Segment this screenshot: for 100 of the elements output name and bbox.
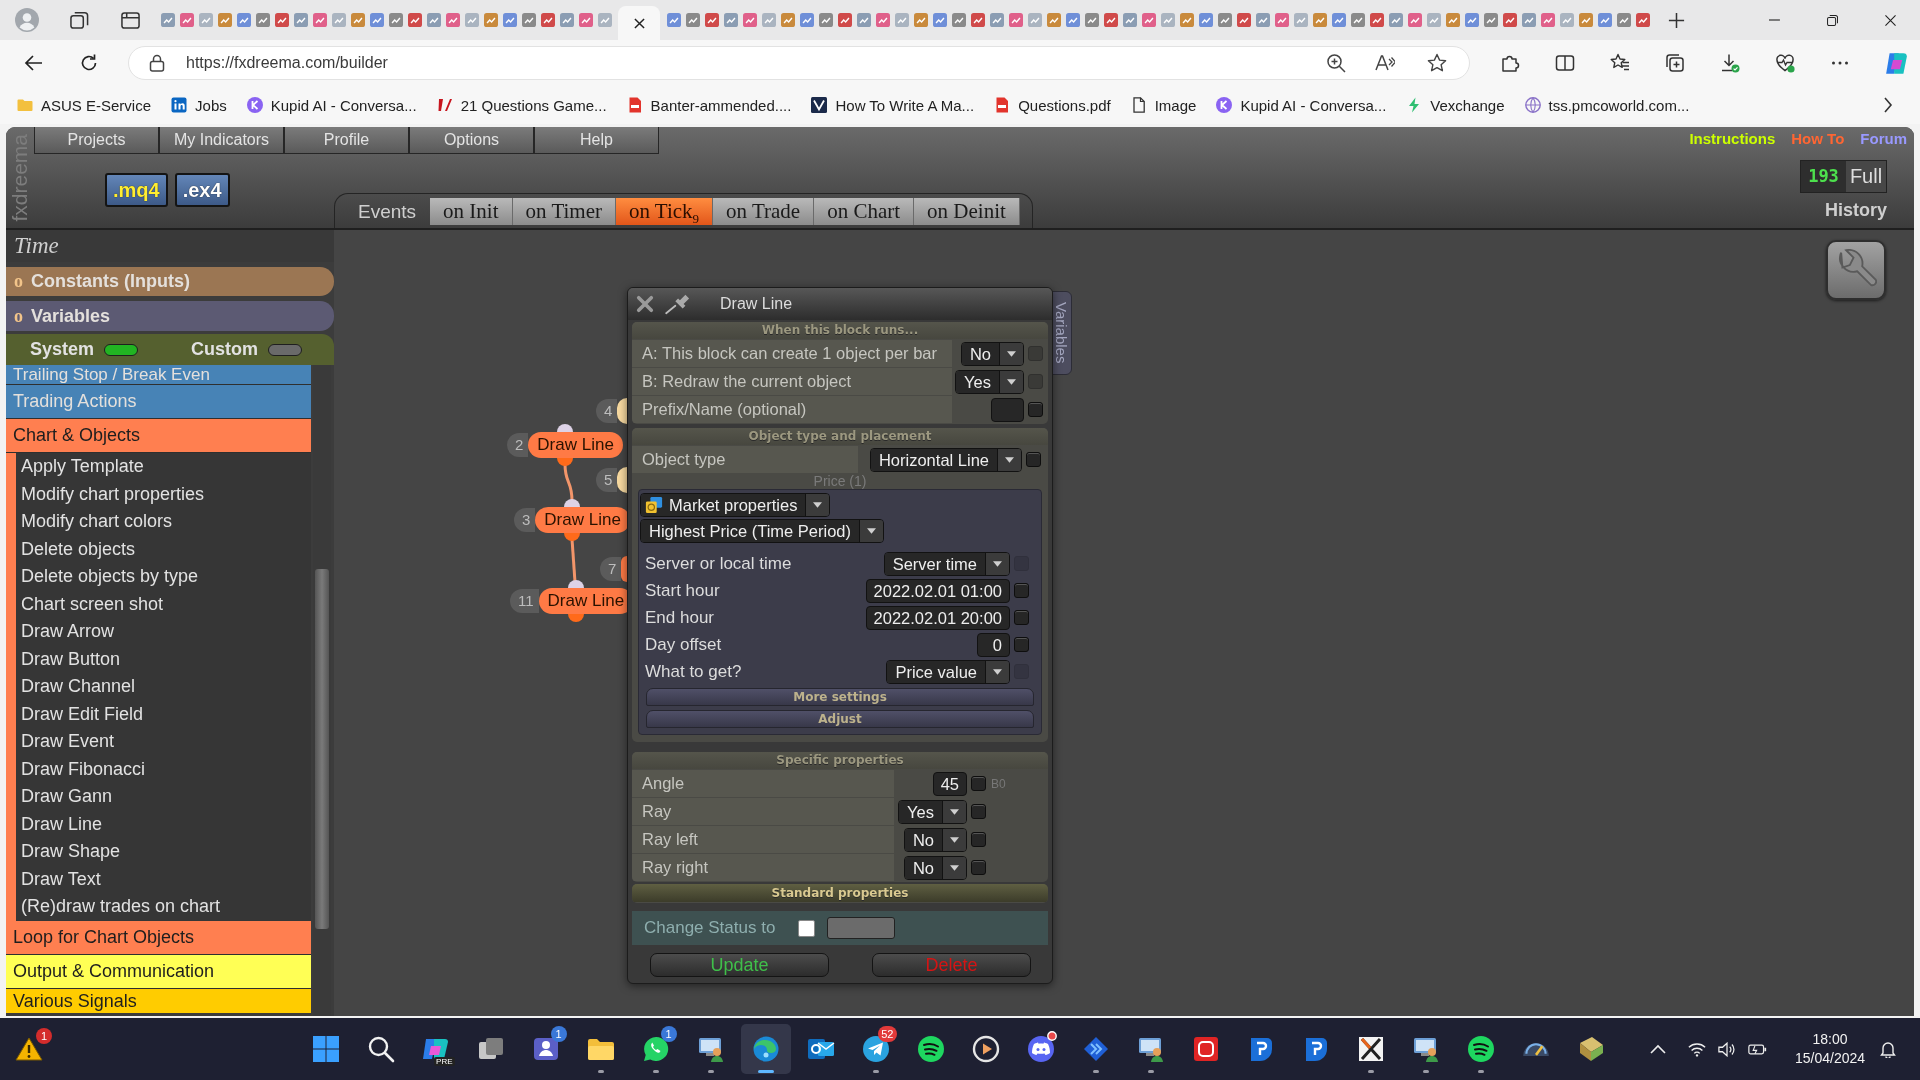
checkbox[interactable] bbox=[971, 860, 986, 875]
site-icon[interactable] bbox=[293, 13, 308, 27]
taskbar-button[interactable]: PRE bbox=[410, 1024, 461, 1074]
site-icon[interactable] bbox=[1445, 13, 1460, 27]
site-icon[interactable] bbox=[1464, 13, 1479, 27]
mode-button[interactable]: Full bbox=[1846, 161, 1886, 192]
site-icon[interactable] bbox=[1274, 13, 1289, 27]
site-icon[interactable] bbox=[1350, 13, 1365, 27]
site-icon[interactable] bbox=[464, 13, 479, 27]
input-field[interactable]: 45 bbox=[932, 771, 967, 796]
site-icon[interactable] bbox=[723, 13, 738, 27]
site-icon[interactable] bbox=[875, 13, 890, 27]
toggle-switch[interactable] bbox=[104, 343, 139, 356]
input-field[interactable]: 0 bbox=[977, 632, 1010, 657]
palette-item[interactable]: Modify chart properties bbox=[16, 480, 311, 508]
site-icon[interactable] bbox=[1483, 13, 1498, 27]
lock-icon[interactable] bbox=[149, 54, 165, 72]
site-icon[interactable] bbox=[559, 13, 574, 27]
site-icon[interactable] bbox=[502, 13, 517, 27]
dropdown[interactable]: Highest Price (Time Period) bbox=[640, 519, 885, 543]
event-tab[interactable]: on Chart bbox=[814, 198, 915, 225]
toggle-switch[interactable] bbox=[268, 343, 303, 356]
site-icon[interactable] bbox=[198, 13, 213, 27]
site-icon[interactable] bbox=[160, 13, 175, 27]
site-icon[interactable] bbox=[856, 13, 871, 27]
taskbar-button[interactable]: 52 bbox=[850, 1024, 901, 1074]
site-icon[interactable] bbox=[742, 13, 757, 27]
taskbar-button[interactable] bbox=[740, 1024, 791, 1074]
wifi-icon[interactable] bbox=[1688, 1041, 1706, 1057]
favorites-icon[interactable] bbox=[1610, 53, 1630, 73]
menu-tab[interactable]: Help bbox=[534, 127, 659, 154]
palette-item[interactable]: Draw Arrow bbox=[16, 618, 311, 646]
category-item[interactable]: Output & Communication bbox=[6, 954, 311, 989]
site-icon[interactable] bbox=[1160, 13, 1175, 27]
stacked-squares-icon[interactable] bbox=[70, 10, 89, 30]
flow-block[interactable]: Draw Line bbox=[535, 507, 630, 533]
checkbox[interactable] bbox=[1014, 610, 1029, 625]
site-icon[interactable] bbox=[236, 13, 251, 27]
event-tab[interactable]: on Tick$_{9}$ bbox=[615, 198, 714, 225]
plus-icon[interactable] bbox=[1667, 10, 1686, 30]
site-icon[interactable] bbox=[989, 13, 1004, 27]
palette-item[interactable]: Chart screen shot bbox=[16, 590, 311, 618]
site-icon[interactable] bbox=[483, 13, 498, 27]
menu-tab[interactable]: Options bbox=[409, 127, 534, 154]
close-icon[interactable] bbox=[1884, 14, 1896, 26]
palette-item[interactable]: Draw Event bbox=[16, 728, 311, 756]
flow-block[interactable] bbox=[617, 398, 627, 424]
bookmark[interactable]: Vexchange bbox=[1406, 96, 1505, 114]
close-icon[interactable] bbox=[633, 17, 645, 29]
category-item[interactable]: Chart & Objects bbox=[6, 419, 311, 453]
warning-icon[interactable] bbox=[15, 1036, 43, 1062]
section-header[interactable]: Standard properties bbox=[632, 884, 1048, 902]
site-icon[interactable] bbox=[1426, 13, 1441, 27]
site-icon[interactable] bbox=[426, 13, 441, 27]
split-screen-icon[interactable] bbox=[1555, 53, 1575, 73]
site-icon[interactable] bbox=[761, 13, 776, 27]
checkbox[interactable] bbox=[971, 804, 986, 819]
site-icon[interactable] bbox=[1065, 13, 1080, 27]
site-icon[interactable] bbox=[407, 13, 422, 27]
more-icon[interactable] bbox=[1830, 61, 1850, 65]
event-tab[interactable]: on Init bbox=[430, 198, 513, 225]
site-icon[interactable] bbox=[179, 13, 194, 27]
site-icon[interactable] bbox=[970, 13, 985, 27]
window-icon[interactable] bbox=[121, 10, 140, 30]
input-field[interactable] bbox=[991, 397, 1024, 422]
event-tab[interactable]: on Timer bbox=[512, 198, 616, 225]
checkbox[interactable] bbox=[1026, 452, 1041, 467]
site-icon[interactable] bbox=[1027, 13, 1042, 27]
bookmark[interactable]: Jobs bbox=[171, 96, 227, 114]
palette-item[interactable]: Draw Shape bbox=[16, 838, 311, 866]
collections-icon[interactable] bbox=[1665, 53, 1685, 73]
flow-block[interactable] bbox=[617, 467, 627, 493]
site-icon[interactable] bbox=[685, 13, 700, 27]
volume-icon[interactable] bbox=[1718, 1041, 1736, 1057]
site-icon[interactable] bbox=[369, 13, 384, 27]
dialog-button[interactable]: Update bbox=[650, 953, 829, 977]
site-icon[interactable] bbox=[1198, 13, 1213, 27]
export-button[interactable]: .mq4 bbox=[105, 173, 168, 207]
minimize-icon[interactable] bbox=[1768, 19, 1780, 21]
heart-pulse-icon[interactable] bbox=[1775, 53, 1795, 73]
dropdown[interactable]: No bbox=[903, 827, 967, 852]
palette-item[interactable]: Draw Gann bbox=[16, 783, 311, 811]
palette-item[interactable]: Delete objects by type bbox=[16, 563, 311, 591]
site-icon[interactable] bbox=[1293, 13, 1308, 27]
chevron-up-icon[interactable] bbox=[1650, 1044, 1666, 1054]
flow-block[interactable] bbox=[621, 556, 627, 582]
palette-item[interactable]: Modify chart colors bbox=[16, 508, 311, 536]
site-icon[interactable] bbox=[1578, 13, 1593, 27]
menu-tab[interactable]: Profile bbox=[284, 127, 409, 154]
site-icon[interactable] bbox=[1635, 13, 1650, 27]
star-icon[interactable] bbox=[1427, 53, 1447, 73]
palette-item[interactable]: Draw Text bbox=[16, 865, 311, 893]
site-icon[interactable] bbox=[217, 13, 232, 27]
bookmark[interactable]: 21 Questions Game... bbox=[436, 96, 607, 114]
site-icon[interactable] bbox=[1407, 13, 1422, 27]
site-icon[interactable] bbox=[799, 13, 814, 27]
restore-icon[interactable] bbox=[1826, 14, 1838, 26]
site-icon[interactable] bbox=[1217, 13, 1232, 27]
site-icon[interactable] bbox=[1597, 13, 1612, 27]
site-icon[interactable] bbox=[818, 13, 833, 27]
